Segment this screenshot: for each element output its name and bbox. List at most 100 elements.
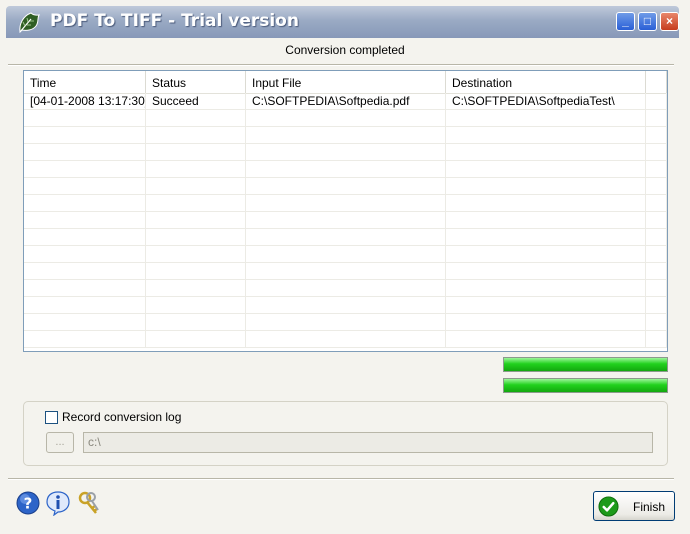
empty-cell [24, 178, 146, 195]
empty-cell [246, 263, 446, 280]
empty-cell [146, 246, 246, 263]
empty-cell [446, 195, 646, 212]
empty-cell [446, 144, 646, 161]
empty-cell [246, 229, 446, 246]
empty-cell [146, 127, 246, 144]
empty-cell [24, 110, 146, 127]
results-table[interactable]: Time Status Input File Destination [04-0… [23, 70, 668, 352]
finish-button[interactable]: Finish [593, 491, 675, 521]
empty-cell [246, 144, 446, 161]
empty-cell [246, 127, 446, 144]
record-log-checkbox[interactable] [45, 411, 58, 424]
empty-cell [246, 212, 446, 229]
empty-table-row [24, 314, 667, 331]
empty-cell [246, 110, 446, 127]
empty-cell [146, 212, 246, 229]
empty-cell [146, 195, 246, 212]
empty-cell [246, 314, 446, 331]
help-icon[interactable]: ? [15, 490, 41, 516]
record-log-label[interactable]: Record conversion log [62, 410, 181, 424]
empty-table-row [24, 178, 667, 195]
empty-cell [24, 314, 146, 331]
cell-status: Succeed [146, 93, 246, 110]
empty-cell [446, 212, 646, 229]
empty-cell [146, 144, 246, 161]
cell-destination: C:\SOFTPEDIA\SoftpediaTest\ [446, 93, 646, 110]
empty-cell [646, 246, 667, 263]
empty-table-row [24, 263, 667, 280]
empty-table-row [24, 297, 667, 314]
empty-cell [646, 263, 667, 280]
current-progress-bar [503, 378, 668, 393]
svg-text:?: ? [24, 495, 33, 513]
empty-cell [146, 263, 246, 280]
empty-cell [146, 297, 246, 314]
info-icon[interactable] [45, 490, 71, 516]
overall-progress-bar [503, 357, 668, 372]
cell-filler [646, 93, 667, 110]
empty-cell [446, 110, 646, 127]
maximize-button[interactable]: □ [638, 12, 657, 31]
empty-cell [446, 331, 646, 348]
empty-cell [246, 331, 446, 348]
title-bar[interactable]: PDF To TIFF - Trial version _ □ × [6, 6, 679, 38]
bottom-divider [8, 478, 674, 480]
column-header-time[interactable]: Time [24, 71, 146, 93]
empty-cell [246, 297, 446, 314]
empty-cell [446, 178, 646, 195]
empty-table-row [24, 195, 667, 212]
empty-cell [446, 127, 646, 144]
column-header-input-file[interactable]: Input File [246, 71, 446, 93]
empty-cell [246, 178, 446, 195]
column-header-filler [646, 71, 667, 93]
current-progress-fill [504, 379, 667, 392]
empty-table-row [24, 110, 667, 127]
empty-cell [246, 246, 446, 263]
empty-cell [24, 212, 146, 229]
empty-cell [146, 280, 246, 297]
empty-cell [146, 161, 246, 178]
empty-table-row [24, 246, 667, 263]
cell-time: [04-01-2008 13:17:30] [24, 93, 146, 110]
empty-cell [646, 195, 667, 212]
table-header: Time Status Input File Destination [24, 71, 667, 94]
column-header-destination[interactable]: Destination [446, 71, 646, 93]
empty-cell [24, 297, 146, 314]
keys-icon[interactable] [76, 490, 102, 516]
empty-cell [646, 314, 667, 331]
empty-cell [146, 229, 246, 246]
empty-cell [146, 331, 246, 348]
empty-cell [246, 280, 446, 297]
empty-table-row [24, 161, 667, 178]
table-row[interactable]: [04-01-2008 13:17:30] Succeed C:\SOFTPED… [24, 93, 667, 110]
empty-cell [446, 246, 646, 263]
empty-cell [646, 127, 667, 144]
close-button[interactable]: × [660, 12, 679, 31]
minimize-button[interactable]: _ [616, 12, 635, 31]
empty-cell [146, 110, 246, 127]
top-divider [8, 64, 674, 66]
log-path-input[interactable]: c:\ [83, 432, 653, 453]
leaf-app-icon [19, 12, 40, 34]
empty-cell [24, 161, 146, 178]
empty-cell [446, 280, 646, 297]
empty-cell [24, 280, 146, 297]
empty-cell [646, 297, 667, 314]
table-body: [04-01-2008 13:17:30] Succeed C:\SOFTPED… [24, 93, 667, 348]
empty-cell [646, 110, 667, 127]
empty-cell [146, 314, 246, 331]
empty-cell [246, 161, 446, 178]
empty-cell [446, 229, 646, 246]
empty-cell [446, 314, 646, 331]
empty-cell [24, 246, 146, 263]
empty-cell [646, 212, 667, 229]
empty-cell [646, 229, 667, 246]
empty-cell [246, 195, 446, 212]
empty-cell [446, 263, 646, 280]
empty-table-row [24, 127, 667, 144]
column-header-status[interactable]: Status [146, 71, 246, 93]
browse-log-button[interactable]: ... [46, 432, 74, 453]
empty-cell [446, 161, 646, 178]
empty-cell [446, 297, 646, 314]
empty-table-row [24, 280, 667, 297]
